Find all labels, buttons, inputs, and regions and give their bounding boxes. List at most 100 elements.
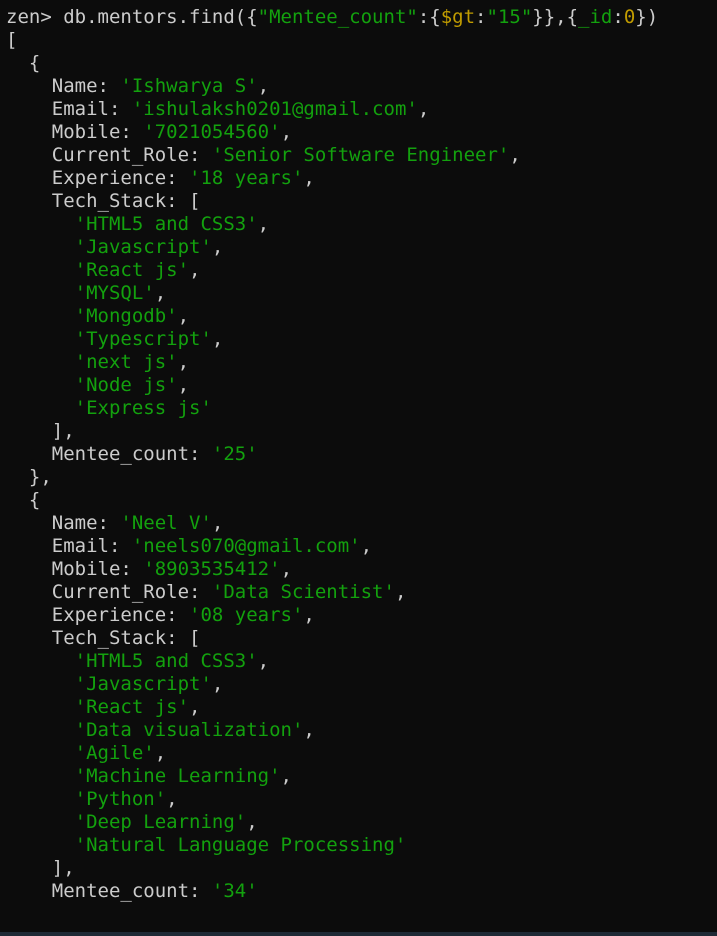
- text-segment-default: ,: [177, 351, 190, 373]
- text-segment-default: ,: [394, 581, 407, 603]
- text-segment-string: 'next js': [74, 351, 178, 373]
- text-segment-default: ,: [177, 305, 190, 327]
- text-segment-default: ,: [246, 811, 258, 833]
- window-bottom-edge: [0, 932, 717, 936]
- text-segment-default: }},{: [532, 6, 579, 28]
- output-line: 'HTML5 and CSS3',: [6, 650, 269, 673]
- text-segment-default: {: [6, 489, 41, 511]
- text-segment-default: ,: [166, 788, 178, 810]
- output-line: 'React js',: [6, 696, 201, 719]
- text-segment-default: [6, 834, 75, 856]
- text-segment-default: ,: [303, 604, 315, 626]
- text-segment-default: ,: [211, 236, 224, 258]
- output-line: },: [6, 466, 52, 489]
- text-segment-default: ,: [189, 259, 201, 281]
- text-segment-string: '7021054560': [143, 121, 281, 143]
- text-segment-string: 'Javascript': [74, 673, 212, 695]
- text-segment-string: _id: [578, 6, 613, 28]
- text-segment-default: ,: [280, 121, 293, 143]
- text-segment-string: "Mentee_count": [257, 6, 418, 28]
- output-line: Tech_Stack: [: [6, 627, 201, 650]
- text-segment-default: Experience:: [6, 604, 190, 626]
- text-segment-default: [6, 374, 75, 396]
- text-segment-string: 'Senior Software Engineer': [211, 144, 510, 166]
- text-segment-string: 'ishulaksh0201@gmail.com': [131, 98, 418, 120]
- text-segment-default: ,: [280, 765, 292, 787]
- text-segment-string: 'Node js': [74, 374, 178, 396]
- text-segment-string: 'Python': [74, 788, 167, 810]
- text-segment-default: ,: [154, 742, 167, 764]
- text-segment-default: ,: [211, 328, 224, 350]
- text-segment-string: 'HTML5 and CSS3': [74, 213, 258, 235]
- output-line: 'Agile',: [6, 742, 167, 765]
- output-line: 'Deep Learning',: [6, 811, 258, 834]
- text-segment-operator: $gt: [440, 6, 476, 28]
- text-segment-default: Current_Role:: [6, 144, 212, 166]
- text-segment-string: 'Express js': [74, 397, 212, 419]
- text-segment-default: [6, 696, 75, 718]
- output-line: Name: 'Ishwarya S',: [6, 75, 269, 98]
- text-segment-default: [6, 282, 75, 304]
- output-line: Email: 'neels070@gmail.com',: [6, 535, 372, 558]
- output-line: Mentee_count: '34': [6, 880, 258, 903]
- text-segment-string: '18 years': [189, 167, 304, 189]
- text-segment-default: [: [6, 29, 18, 51]
- output-line: 'MYSQL',: [6, 282, 167, 305]
- output-line: ],: [6, 420, 75, 443]
- text-segment-default: [6, 213, 75, 235]
- output-line: 'Typescript',: [6, 328, 224, 351]
- output-line: 'Natural Language Processing': [6, 834, 407, 857]
- text-segment-string: "15": [486, 6, 533, 28]
- text-segment-default: ,: [280, 558, 293, 580]
- text-segment-default: [6, 719, 75, 741]
- text-segment-default: [6, 305, 75, 327]
- text-segment-default: ,: [303, 167, 315, 189]
- output-line: Mentee_count: '25': [6, 443, 258, 466]
- output-line: ],: [6, 857, 75, 880]
- output-line: {: [6, 52, 40, 75]
- text-segment-default: ],: [6, 420, 75, 442]
- output-line: Name: 'Neel V',: [6, 512, 224, 535]
- text-segment-string: '08 years': [189, 604, 304, 626]
- text-segment-string: 'Machine Learning': [74, 765, 281, 787]
- text-segment-string: 'HTML5 and CSS3': [74, 650, 258, 672]
- text-segment-default: Experience:: [6, 167, 190, 189]
- output-line: 'Javascript',: [6, 673, 224, 696]
- text-segment-string: 'neels070@gmail.com': [131, 535, 361, 557]
- text-segment-default: ,: [177, 374, 190, 396]
- text-segment-default: {: [6, 52, 41, 74]
- text-segment-default: ,: [303, 719, 315, 741]
- text-segment-default: [6, 742, 75, 764]
- text-segment-default: [6, 788, 75, 810]
- output-line: Mobile: '8903535412',: [6, 558, 292, 581]
- text-segment-string: 'Deep Learning': [74, 811, 247, 833]
- output-line: 'Node js',: [6, 374, 189, 397]
- output-line: 'Data visualization',: [6, 719, 315, 742]
- text-segment-string: 'Neel V': [120, 512, 212, 534]
- output-line: 'Mongodb',: [6, 305, 189, 328]
- output-line: 'next js',: [6, 351, 189, 374]
- output-line: Experience: '08 years',: [6, 604, 315, 627]
- output-line: Mobile: '7021054560',: [6, 121, 292, 144]
- output-line: 'Javascript',: [6, 236, 224, 259]
- text-segment-default: [6, 236, 75, 258]
- text-segment-number: 0: [623, 6, 636, 28]
- output-line: Email: 'ishulaksh0201@gmail.com',: [6, 98, 430, 121]
- text-segment-string: 'Natural Language Processing': [74, 834, 407, 856]
- text-segment-default: [6, 811, 75, 833]
- text-segment-default: Mobile:: [6, 558, 144, 580]
- text-segment-string: 'React js': [74, 259, 190, 281]
- text-segment-string: 'Typescript': [74, 328, 212, 350]
- text-segment-default: Name:: [6, 75, 121, 97]
- text-segment-default: [6, 328, 75, 350]
- text-segment-default: [6, 765, 75, 787]
- text-segment-default: ,: [211, 512, 224, 534]
- output-line: Current_Role: 'Senior Software Engineer'…: [6, 144, 521, 167]
- text-segment-default: ,: [211, 673, 224, 695]
- output-line: {: [6, 489, 40, 512]
- command-prompt-line: zen> db.mentors.find({"Mentee_count":{$g…: [6, 6, 658, 29]
- output-line: Current_Role: 'Data Scientist',: [6, 581, 407, 604]
- text-segment-default: ,: [257, 213, 270, 235]
- terminal-window[interactable]: zen> db.mentors.find({"Mentee_count":{$g…: [0, 0, 717, 936]
- text-segment-default: :: [612, 6, 624, 28]
